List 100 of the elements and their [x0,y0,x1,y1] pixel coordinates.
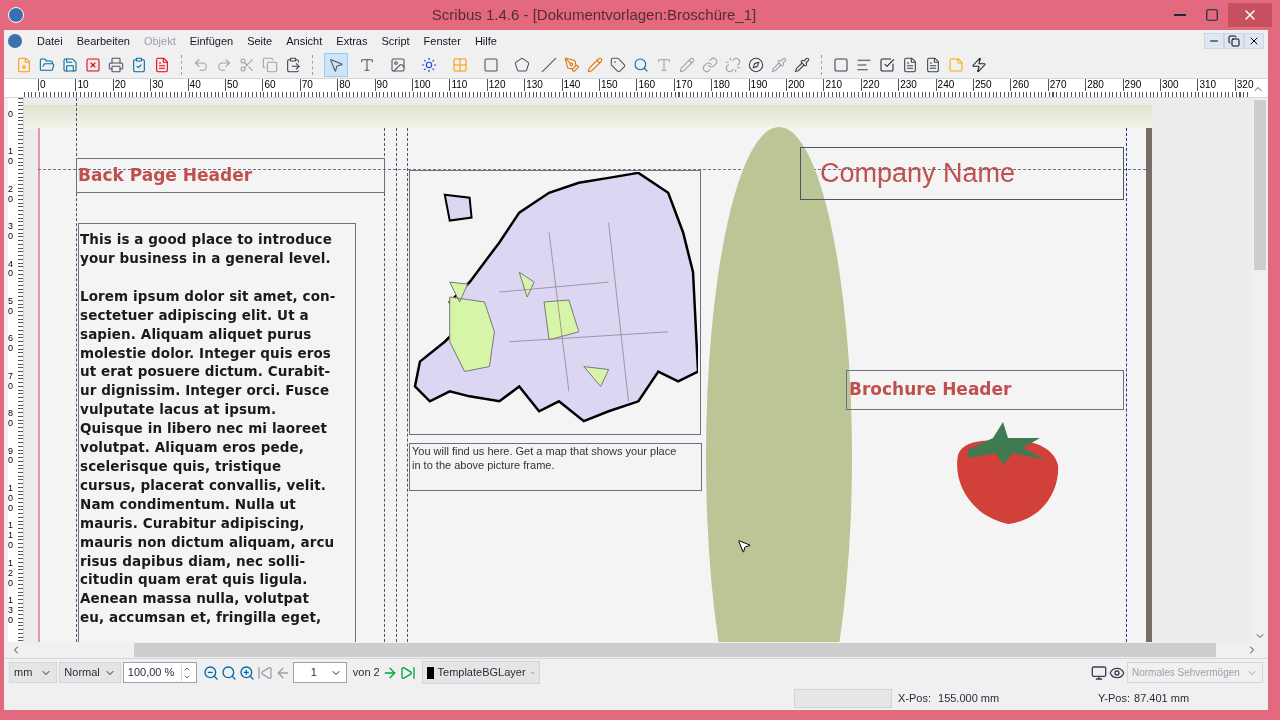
tag-icon[interactable] [610,57,626,73]
menu-item[interactable]: Ansicht [279,32,330,50]
ruler-label: 0 [38,79,46,91]
checkbox-icon[interactable] [879,57,895,73]
restore-document-button[interactable] [1224,33,1244,49]
search-icon[interactable] [633,57,649,73]
brochure-header: Brochure Header [848,378,1012,402]
menu-item[interactable]: Hilfe [467,32,504,50]
zoom-out-icon[interactable] [202,664,219,681]
folder-icon[interactable] [39,57,55,73]
ruler-label: 240 [935,79,955,91]
rectangle-icon [483,57,499,73]
pointer-icon [328,57,344,73]
layer-dropdown[interactable]: TemplateBGLayer [421,661,540,684]
tool-button[interactable] [324,53,348,77]
ruler-label: 110 [449,79,468,91]
ruler-label: 140 [561,79,581,91]
render-frame-icon [421,57,437,73]
body-paragraph: Lorem ipsum dolor sit amet, con- sectetuer adipiscing elit. Ut a sapien. Aliquam aliquet purus molestie dolor. Integer quis eros ut erat posuere dictum. Curabit- ur dignissim. Integer orci. Fusce vulputate lacus at ipsum. Quisque in libero nec mi laoreet volutpat. Aliquam eros pede, scelerisque quis, tristique cursus, placerat convallis, velit. Nam condimentum. Nulla ut mauris. Curabitur adipiscing, mauris non dictum aliquam, arcu risus dapibus diam, nec solli- citudin quam erat quis ligula. Aenean massa nulla, volutpat eu, accumsan et, fringilla eget, [80,286,337,628]
restore-icon [1228,35,1240,47]
text-frame-icon [359,57,375,73]
zoom-in-icon[interactable] [238,664,255,681]
ruler-label: 10 [75,79,89,91]
minimize-document-button[interactable] [1204,33,1224,49]
compass-icon[interactable] [748,57,764,73]
ruler-label: 280 [1085,79,1104,91]
scroll-thumb[interactable] [1254,100,1266,270]
ruler-label: 190 [748,79,768,91]
scissors-icon[interactable] [239,57,255,73]
ruler-label: 90 [374,79,388,91]
close-icon [1248,35,1260,47]
ruler-label: 160 [636,79,656,91]
preflight-icon[interactable] [131,57,147,73]
ruler-label: 180 [711,79,730,91]
ruler-label: 70 [299,79,313,91]
ruler-label: 320 [1234,79,1254,91]
pdf-button-icon[interactable] [833,57,849,73]
maximize-icon [1205,8,1219,22]
close-button[interactable] [1228,3,1272,27]
list-box-icon[interactable] [925,57,941,73]
window-title: Scribus 1.4.6 - [Dokumentvorlagen:Broschüre_1] [430,4,758,25]
zoom-field[interactable]: 100,00 % [122,662,197,683]
first-page-icon[interactable] [256,664,273,681]
close-document-button[interactable] [1244,33,1264,49]
zoom-reset-icon[interactable] [220,664,237,681]
x-pos-label: X-Pos: [898,690,931,706]
minimize-icon [1174,14,1186,16]
ruler-label: 20 [112,79,126,91]
close-icon[interactable] [85,57,101,73]
page-dropdown[interactable]: 1 [292,662,347,683]
image-frame-icon [390,57,406,73]
ruler-label: 130 [524,79,543,91]
ruler-label: 30 [150,79,164,91]
unit-dropdown[interactable]: mm [9,662,58,683]
ruler-label: 210 [823,79,843,91]
printer-icon[interactable] [108,57,124,73]
text-field-icon[interactable] [856,57,872,73]
copy-icon[interactable] [262,57,278,73]
menu-item[interactable]: Extras [329,32,375,50]
document-icon [8,34,22,48]
wand-icon[interactable] [771,57,787,73]
quality-dropdown[interactable]: Normal [59,662,121,683]
layer-name: TemplateBGLayer [437,665,526,681]
pencil-icon[interactable] [587,57,603,73]
layer-color-swatch [426,666,434,679]
line-icon[interactable] [541,57,557,73]
preview-mode-icon[interactable] [1091,664,1107,681]
menu-item[interactable]: Bearbeiten [69,32,137,50]
menu-item[interactable]: Script [374,32,417,50]
body-paragraph: This is a good place to introduce your business in a general level. [80,230,333,268]
pdf-icon[interactable] [154,57,170,73]
ruler-label: 170 [673,79,693,91]
ruler-label: 120 [486,79,506,91]
y-pos-value: 87.401 mm [1134,690,1190,706]
ruler-label: 220 [860,79,880,91]
ruler-label: 200 [786,79,805,91]
ruler-label: 50 [225,79,239,91]
link-annotation-icon[interactable] [971,57,987,73]
ruler-label: 310 [1197,79,1217,91]
menu-item[interactable]: Fenster [416,32,468,50]
unlink-icon[interactable] [725,57,741,73]
paste-icon[interactable] [285,57,301,73]
last-page-icon[interactable] [399,664,416,681]
menu-item[interactable]: Einfügen [182,32,241,50]
pen-icon[interactable] [564,57,580,73]
edit-icon[interactable] [679,57,695,73]
menu-item[interactable]: Datei [30,32,70,50]
save-icon[interactable] [62,57,78,73]
menu-item[interactable]: Seite [240,32,280,50]
ruler-label: 300 [1160,79,1179,91]
ruler-label: 270 [1047,79,1067,91]
ruler-label: 100 [412,79,431,91]
ruler-label: 230 [898,79,917,91]
eyedropper-icon[interactable] [794,57,810,73]
combo-box-icon[interactable] [902,57,918,73]
back-page-header: Back Page Header [77,163,253,187]
link-icon[interactable] [702,57,718,73]
map-caption: You will find us here. Get a map that shows your place in to the above picture frame. [412,444,678,472]
ruler-label: 250 [973,79,992,91]
ruler-label: 290 [1122,79,1142,91]
